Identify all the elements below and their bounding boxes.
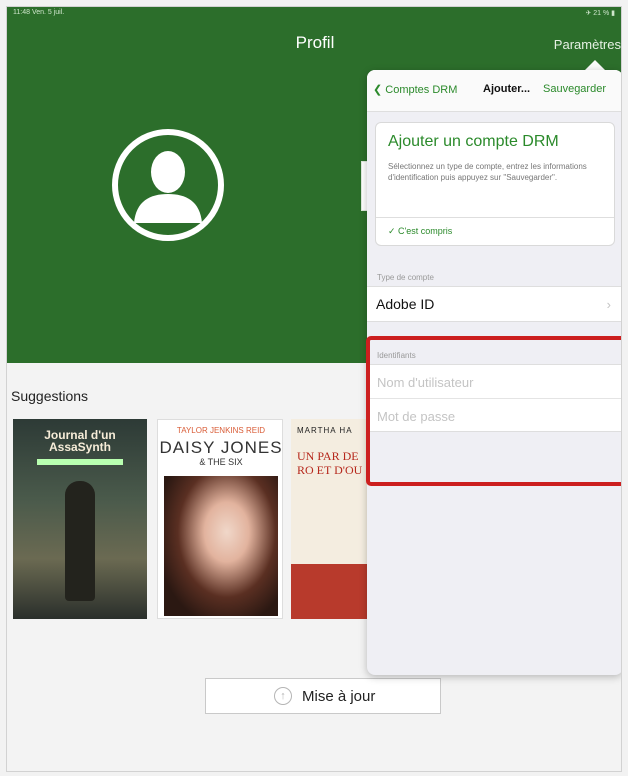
book-illustration (164, 476, 278, 616)
suggestions-title: Suggestions (11, 388, 89, 404)
understood-button[interactable]: ✓ C'est compris (376, 217, 614, 245)
popover-arrow (585, 60, 605, 70)
popover-nav-bar: ❮ Comptes DRM Ajouter... Sauvegarder (367, 70, 621, 112)
save-button[interactable]: Sauvegarder (543, 83, 606, 95)
ipad-screen: 11:48 Ven. 5 juil. ✈ 21 % ▮ Profil Param… (6, 6, 622, 772)
status-time: 11:48 Ven. 5 juil. (13, 9, 65, 16)
intro-text: Sélectionnez un type de compte, entrez l… (388, 162, 587, 182)
book-figure (65, 481, 95, 601)
book-band (37, 459, 123, 465)
status-battery: ✈ 21 % ▮ (585, 10, 615, 17)
back-button[interactable]: ❮ Comptes DRM (373, 83, 457, 96)
book-author: TAYLOR JENKINS REID (176, 426, 266, 435)
book-cover-assasynth[interactable]: Journal d'un AssaSynth (13, 419, 147, 619)
credentials-highlight-box (366, 336, 621, 486)
chevron-left-icon: ❮ (373, 84, 386, 96)
intro-card: Ajouter un compte DRM Sélectionnez un ty… (375, 122, 615, 246)
update-button[interactable]: ↑ Mise à jour (205, 678, 441, 714)
book-subtitle: & THE SIX (199, 457, 243, 467)
person-icon (134, 151, 202, 223)
popover-title: Ajouter... (483, 83, 531, 95)
book-title: DAISY JONES (159, 438, 283, 457)
page-title: Profil (295, 33, 335, 52)
back-label: Comptes DRM (385, 84, 458, 96)
update-label: Mise à jour (302, 688, 376, 705)
account-type-value: Adobe ID (376, 296, 435, 312)
book-cover-martha[interactable]: MARTHA HA UN PAR DE RO ET D'OU (291, 419, 371, 619)
account-type-row[interactable]: Adobe ID › (367, 286, 621, 322)
book-title: UN PAR DE RO ET D'OU (297, 449, 363, 477)
book-illustration (291, 564, 371, 619)
book-cover-daisy-jones[interactable]: TAYLOR JENKINS REID DAISY JONES & THE SI… (157, 419, 283, 619)
book-title: Journal d'un AssaSynth (44, 428, 116, 454)
arrow-up-circle-icon: ↑ (274, 687, 292, 705)
chevron-right-icon: › (606, 297, 611, 312)
avatar[interactable] (112, 129, 224, 241)
intro-title: Ajouter un compte DRM (388, 133, 559, 150)
settings-button[interactable]: Paramètres (554, 37, 621, 52)
account-type-section-label: Type de compte (377, 273, 434, 282)
book-author: MARTHA HA (297, 426, 353, 435)
